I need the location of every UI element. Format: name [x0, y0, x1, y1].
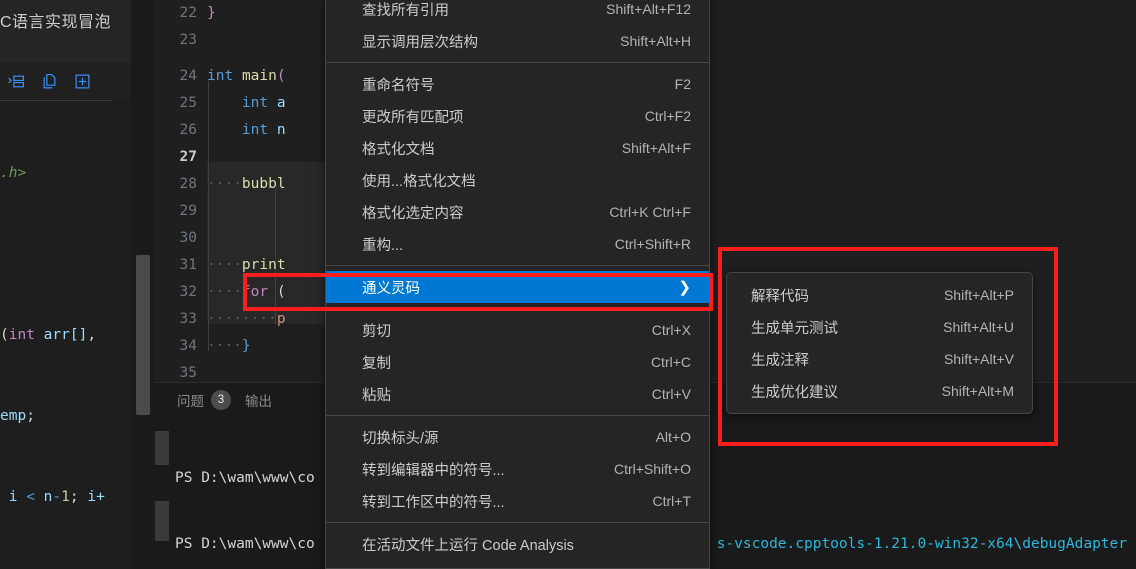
- line-number: 22: [179, 5, 197, 21]
- menu-item-label: 更改所有匹配项: [362, 109, 464, 126]
- menu-item-rename-symbol[interactable]: 重命名符号 F2: [326, 68, 709, 100]
- line-number: 29: [179, 203, 197, 219]
- menu-item-cut[interactable]: 剪切 Ctrl+X: [326, 314, 709, 346]
- line-number: 35: [179, 365, 197, 381]
- line-number: 30: [179, 230, 197, 246]
- line-number: 28: [179, 176, 197, 192]
- submenu-item-shortcut: Shift+Alt+M: [941, 383, 1014, 399]
- menu-item-shortcut: Ctrl+T: [652, 493, 692, 509]
- menu-item-label: 切换标头/源: [362, 430, 439, 447]
- menu-item-label: 通义灵码: [362, 280, 420, 297]
- editor-line-number-gutter: 22 23 24 25 26 27 28 29 30 31 32 33 34 3…: [155, 0, 207, 382]
- menu-item-label: 转到工作区中的符号...: [362, 494, 505, 511]
- submenu-item-generate-unit-test[interactable]: 生成单元测试 Shift+Alt+U: [727, 311, 1032, 343]
- vscode-window: C语言实现冒泡 .h> (int arr[], emp; i < n-1; i+…: [0, 0, 1136, 569]
- chat-scrollbar[interactable]: [136, 255, 150, 415]
- submenu-item-label: 生成注释: [751, 352, 809, 369]
- problems-count-badge: 3: [211, 390, 231, 410]
- menu-separator: [326, 265, 709, 266]
- submenu-item-label: 生成单元测试: [751, 320, 838, 337]
- tongyi-lingma-submenu: 解释代码 Shift+Alt+P 生成单元测试 Shift+Alt+U 生成注释…: [726, 272, 1033, 414]
- submenu-item-generate-comment[interactable]: 生成注释 Shift+Alt+V: [727, 343, 1032, 375]
- ai-chat-panel: C语言实现冒泡 .h> (int arr[], emp; i < n-1; i+: [0, 0, 131, 569]
- menu-item-shortcut: Ctrl+V: [651, 386, 691, 402]
- menu-item-label: 剪切: [362, 323, 391, 340]
- insert-at-cursor-icon[interactable]: [8, 73, 25, 90]
- menu-item-shortcut: Ctrl+Shift+O: [613, 461, 691, 477]
- menu-item-change-all-occurrences[interactable]: 更改所有匹配项 Ctrl+F2: [326, 100, 709, 132]
- menu-item-paste[interactable]: 粘贴 Ctrl+V: [326, 378, 709, 410]
- menu-item-go-to-symbol-in-editor[interactable]: 转到编辑器中的符号... Ctrl+Shift+O: [326, 453, 709, 485]
- submenu-item-generate-optimization[interactable]: 生成优化建议 Shift+Alt+M: [727, 375, 1032, 407]
- menu-item-find-all-references[interactable]: 查找所有引用 Shift+Alt+F12: [326, 0, 709, 25]
- new-file-icon[interactable]: [74, 73, 91, 90]
- line-number-active: 27: [179, 149, 197, 165]
- chat-actions-divider: [0, 100, 112, 101]
- menu-item-format-document[interactable]: 格式化文档 Shift+Alt+F: [326, 132, 709, 164]
- copy-icon[interactable]: [41, 73, 58, 90]
- menu-item-label: 格式化选定内容: [362, 205, 464, 222]
- menu-item-shortcut: Shift+Alt+H: [620, 33, 691, 49]
- menu-item-show-call-hierarchy[interactable]: 显示调用层次结构 Shift+Alt+H: [326, 25, 709, 57]
- chat-panel-title: C语言实现冒泡: [0, 14, 112, 31]
- menu-item-shortcut: Ctrl+C: [650, 354, 691, 370]
- menu-item-label: 转到编辑器中的符号...: [362, 462, 505, 479]
- menu-item-shortcut: Ctrl+K Ctrl+F: [609, 204, 691, 220]
- line-number: 25: [179, 95, 197, 111]
- menu-item-label: 复制: [362, 355, 391, 372]
- menu-item-label: 查找所有引用: [362, 2, 449, 19]
- line-number: 33: [179, 311, 197, 327]
- menu-item-copy[interactable]: 复制 Ctrl+C: [326, 346, 709, 378]
- submenu-item-shortcut: Shift+Alt+P: [943, 287, 1014, 303]
- submenu-item-explain-code[interactable]: 解释代码 Shift+Alt+P: [727, 279, 1032, 311]
- menu-item-go-to-symbol-in-workspace[interactable]: 转到工作区中的符号... Ctrl+T: [326, 485, 709, 517]
- menu-item-shortcut: Ctrl+F2: [644, 108, 691, 124]
- menu-item-shortcut: Ctrl+X: [651, 322, 691, 338]
- panel-tab-label: 输出: [245, 394, 272, 409]
- menu-item-shortcut: Alt+O: [655, 429, 691, 445]
- menu-item-switch-header-source[interactable]: 切换标头/源 Alt+O: [326, 421, 709, 453]
- menu-item-run-code-analysis[interactable]: 在活动文件上运行 Code Analysis: [326, 528, 709, 560]
- menu-separator: [326, 415, 709, 416]
- submenu-item-label: 生成优化建议: [751, 384, 838, 401]
- submenu-item-shortcut: Shift+Alt+V: [943, 351, 1014, 367]
- chat-code-content: .h> (int arr[], emp; i < n-1; i+ 轮都将未排序的…: [0, 165, 105, 505]
- menu-item-shortcut: Shift+Alt+F: [621, 140, 691, 156]
- menu-item-shortcut: Ctrl+Shift+R: [614, 236, 691, 252]
- menu-item-tongyi-lingma[interactable]: 通义灵码 ❯: [326, 271, 709, 303]
- menu-item-label: 粘贴: [362, 387, 391, 404]
- menu-item-label: 显示调用层次结构: [362, 34, 478, 51]
- line-number: 32: [179, 284, 197, 300]
- menu-separator: [326, 308, 709, 309]
- editor-context-menu: 查找所有引用 Shift+Alt+F12 显示调用层次结构 Shift+Alt+…: [325, 0, 710, 569]
- panel-tab-problems[interactable]: 问题 3: [177, 390, 231, 410]
- menu-item-format-selection[interactable]: 格式化选定内容 Ctrl+K Ctrl+F: [326, 196, 709, 228]
- chat-code-block: .h> (int arr[], emp; i < n-1; i+ 轮都将未排序的…: [0, 62, 131, 569]
- line-number: 24: [179, 68, 197, 84]
- chat-code-actions: [0, 62, 131, 100]
- menu-item-label: 重命名符号: [362, 77, 435, 94]
- menu-item-format-document-with[interactable]: 使用...格式化文档: [326, 164, 709, 196]
- menu-item-label: 重构...: [362, 237, 404, 254]
- submenu-item-label: 解释代码: [751, 288, 809, 305]
- menu-separator: [326, 522, 709, 523]
- menu-item-label: 使用...格式化文档: [362, 173, 476, 190]
- line-number: 31: [179, 257, 197, 273]
- menu-separator: [326, 62, 709, 63]
- menu-item-label: 在活动文件上运行 Code Analysis: [362, 537, 574, 554]
- chevron-right-icon: ❯: [678, 279, 691, 296]
- menu-item-shortcut: F2: [674, 76, 691, 92]
- line-number: 23: [179, 32, 197, 48]
- menu-item-label: 格式化文档: [362, 141, 435, 158]
- line-number: 34: [179, 338, 197, 354]
- menu-item-shortcut: Shift+Alt+F12: [606, 1, 691, 17]
- panel-tab-label: 问题: [177, 394, 204, 409]
- panel-tab-output[interactable]: 输出: [245, 390, 272, 410]
- line-number: 26: [179, 122, 197, 138]
- menu-item-refactor[interactable]: 重构... Ctrl+Shift+R: [326, 228, 709, 260]
- submenu-item-shortcut: Shift+Alt+U: [943, 319, 1014, 335]
